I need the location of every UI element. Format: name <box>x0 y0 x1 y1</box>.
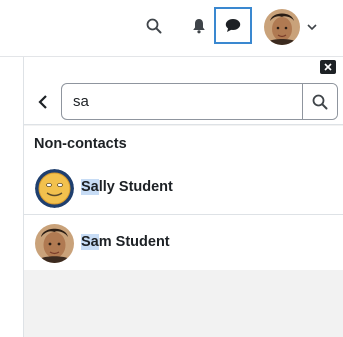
result-name: Sam Student <box>81 234 170 250</box>
search-results: Non-contacts Sally Student Sam Student <box>24 126 343 270</box>
search-icon <box>312 94 328 110</box>
chevron-down-icon[interactable] <box>305 20 319 34</box>
smiley-avatar <box>35 169 74 208</box>
drawer-header <box>24 57 343 125</box>
search-icon[interactable] <box>142 14 166 38</box>
list-item[interactable]: Sally Student <box>24 160 343 215</box>
top-navbar <box>0 0 343 57</box>
search-field <box>61 83 338 120</box>
search-button[interactable] <box>302 84 337 119</box>
message-drawer: Non-contacts Sally Student <box>23 57 343 337</box>
chevron-left-icon[interactable] <box>34 91 52 113</box>
bell-icon[interactable] <box>187 14 211 38</box>
result-name: Sally Student <box>81 179 173 195</box>
message-icon <box>225 18 241 33</box>
section-title: Non-contacts <box>34 136 127 152</box>
close-icon[interactable] <box>320 60 336 74</box>
list-item[interactable]: Sam Student <box>24 215 343 270</box>
photo-avatar <box>35 224 74 263</box>
message-drawer-toggle[interactable] <box>214 7 252 44</box>
search-input[interactable] <box>62 84 302 119</box>
user-avatar[interactable] <box>264 9 300 45</box>
